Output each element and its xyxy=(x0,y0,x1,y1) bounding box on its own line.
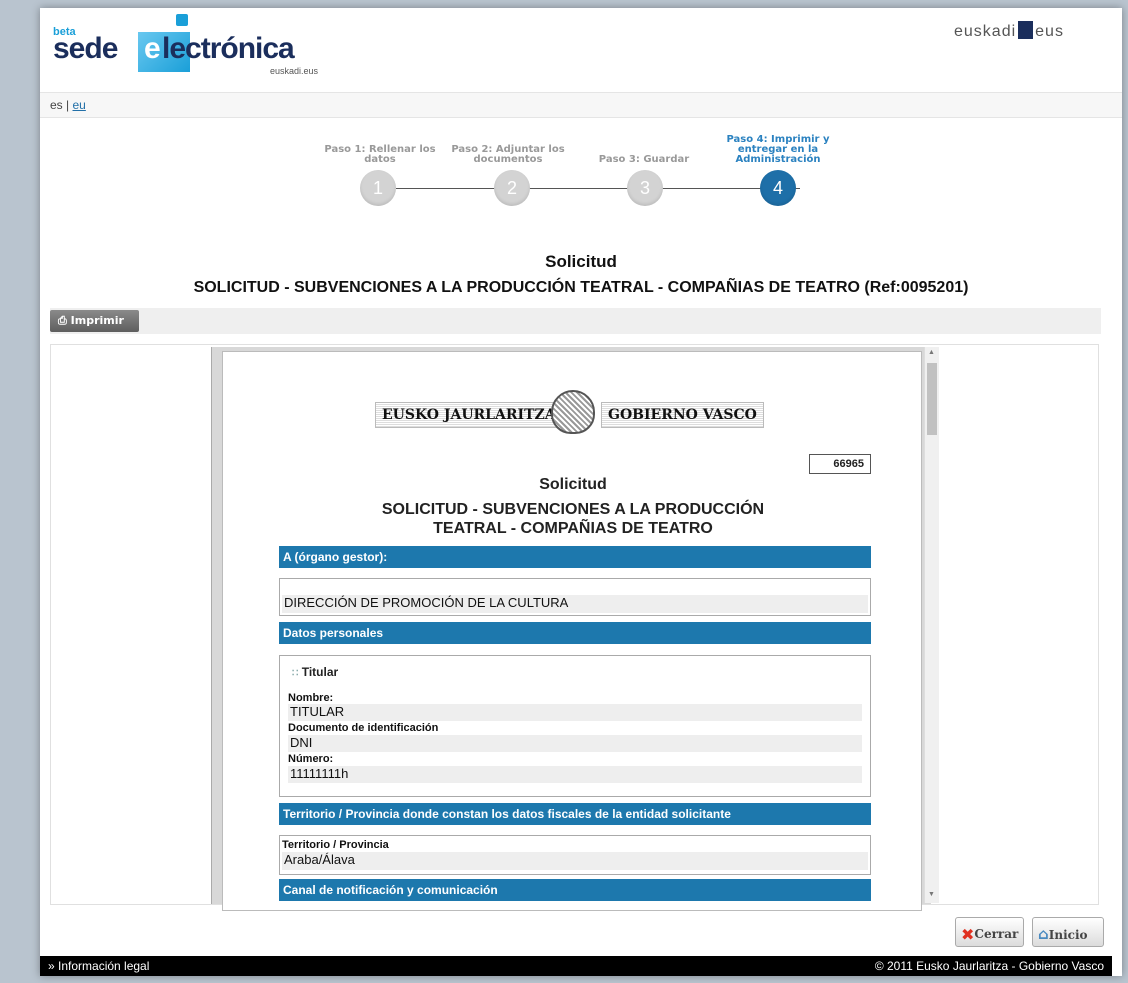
steps-connector xyxy=(396,188,800,189)
logo-e: e xyxy=(144,32,161,65)
territorio-value: Araba/Álava xyxy=(282,852,868,870)
titular-heading: ∷ Titular xyxy=(292,665,338,679)
close-button[interactable]: ✖Cerrar xyxy=(955,917,1024,947)
document-frame: EUSKO JAURLARITZA GOBIERNO VASCO 66965 S… xyxy=(211,347,931,911)
page: beta sede e lectrónica euskadi.eus euska… xyxy=(40,8,1122,976)
document-subtitle-line2: TEATRAL - COMPAÑIAS DE TEATRO xyxy=(433,520,713,537)
page-title: Solicitud xyxy=(545,252,617,271)
close-icon: ✖ xyxy=(961,925,975,944)
copyright: © 2011 Eusko Jaurlaritza - Gobierno Vasc… xyxy=(874,959,1104,973)
print-button[interactable]: ⎙ Imprimir xyxy=(50,310,139,332)
banner-basque-name: EUSKO JAURLARITZA xyxy=(375,402,563,428)
printer-icon: ⎙ xyxy=(58,314,71,327)
euskadi-right: eus xyxy=(1035,23,1064,40)
home-icon: ⌂ xyxy=(1038,925,1049,943)
grid-icon: ∷ xyxy=(292,668,299,679)
titular-box: ∷ Titular Nombre: TITULAR Documento de i… xyxy=(279,655,871,797)
organo-value: DIRECCIÓN DE PROMOCIÓN DE LA CULTURA xyxy=(282,595,868,613)
euskadi-logo[interactable]: euskadi eus xyxy=(954,21,1064,41)
numero-value: 11111111h xyxy=(288,766,862,783)
document-subtitle-line1: SOLICITUD - SUBVENCIONES A LA PRODUCCIÓN xyxy=(381,501,765,518)
euskadi-left: euskadi xyxy=(954,23,1017,40)
step-3-circle: 3 xyxy=(627,170,663,206)
territorio-label: Territorio / Provincia xyxy=(282,839,389,851)
organo-box: DIRECCIÓN DE PROMOCIÓN DE LA CULTURA xyxy=(279,578,871,616)
lang-es[interactable]: es xyxy=(50,98,63,112)
scroll-up-icon[interactable]: ▲ xyxy=(928,349,935,356)
section-territorio: Territorio / Provincia donde constan los… xyxy=(279,803,871,825)
close-button-label: Cerrar xyxy=(974,927,1019,941)
legal-info-link[interactable]: » Información legal xyxy=(48,959,149,973)
section-canal-notificacion: Canal de notificación y comunicación xyxy=(279,879,871,901)
coat-of-arms-icon xyxy=(551,390,595,434)
print-button-label: Imprimir xyxy=(70,314,124,327)
document-title: Solicitud xyxy=(539,476,607,493)
logo-square-icon xyxy=(176,14,188,26)
euskadi-mark-icon xyxy=(1018,21,1034,39)
step-4-label: Paso 4: Imprimir y entregar en la Admini… xyxy=(726,134,830,165)
banner-spanish-name: GOBIERNO VASCO xyxy=(601,402,764,428)
section-datos-personales: Datos personales xyxy=(279,622,871,644)
numero-label: Número: xyxy=(288,753,334,765)
step-1-circle: 1 xyxy=(360,170,396,206)
home-button[interactable]: ⌂Inicio xyxy=(1032,917,1104,947)
logo-subtitle: euskadi.eus xyxy=(270,66,319,76)
nombre-value: TITULAR xyxy=(288,704,862,721)
step-2-label: Paso 2: Adjuntar los documentos xyxy=(451,144,565,165)
territorio-box: Territorio / Provincia Araba/Álava xyxy=(279,835,871,875)
document-ref-number: 66965 xyxy=(809,454,871,474)
scroll-down-icon[interactable]: ▼ xyxy=(928,891,935,898)
document-subtitle: SOLICITUD - SUBVENCIONES A LA PRODUCCIÓN… xyxy=(223,500,921,538)
document-viewer[interactable]: EUSKO JAURLARITZA GOBIERNO VASCO 66965 S… xyxy=(50,344,1099,911)
logo-electronica[interactable]: lectrónica xyxy=(162,32,295,66)
language-bar: es | eu xyxy=(40,92,1122,118)
step-2-circle: 2 xyxy=(494,170,530,206)
docid-label: Documento de identificación xyxy=(288,722,439,734)
government-banner: EUSKO JAURLARITZA GOBIERNO VASCO xyxy=(375,390,775,436)
document-page: EUSKO JAURLARITZA GOBIERNO VASCO 66965 S… xyxy=(222,351,922,911)
footer: » Información legal © 2011 Eusko Jaurlar… xyxy=(40,956,1112,976)
viewer-scrollbar[interactable]: ▲ ▼ xyxy=(924,347,939,903)
step-3-label: Paso 3: Guardar xyxy=(598,154,690,165)
page-subtitle: SOLICITUD - SUBVENCIONES A LA PRODUCCIÓN… xyxy=(193,279,969,296)
section-organo-gestor: A (órgano gestor): xyxy=(279,546,871,568)
lang-separator: | xyxy=(66,98,70,112)
step-1-label: Paso 1: Rellenar los datos xyxy=(324,144,436,165)
nombre-label: Nombre: xyxy=(288,692,334,704)
scroll-thumb[interactable] xyxy=(927,363,937,435)
logo-sede[interactable]: sede xyxy=(53,32,118,66)
docid-value: DNI xyxy=(288,735,862,752)
titular-heading-text: Titular xyxy=(301,665,339,679)
lang-eu[interactable]: eu xyxy=(73,98,86,112)
step-4-circle: 4 xyxy=(760,170,796,206)
print-toolbar xyxy=(50,308,1101,334)
home-button-label: Inicio xyxy=(1048,928,1088,942)
